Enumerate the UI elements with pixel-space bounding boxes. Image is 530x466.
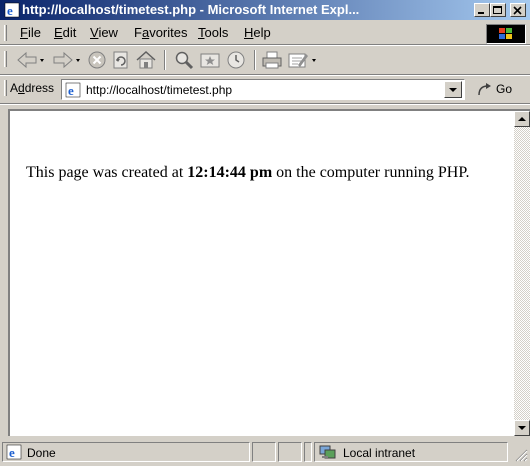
toolbar-grip[interactable] [4,51,7,67]
maximize-button[interactable] [490,3,506,17]
status-text: Done [27,446,56,460]
ie-page-icon: e [4,2,20,18]
status-panel-main: e Done [2,442,250,462]
toolbar-separator [254,50,256,70]
created-time: 12:14:44 pm [187,164,273,181]
back-icon [17,51,44,69]
history-button[interactable] [224,48,248,72]
browser-window: e http://localhost/timetest.php - Micros… [0,0,530,466]
status-panel-empty [304,442,312,462]
chevron-up-icon [518,117,526,121]
refresh-icon [113,51,128,69]
minimize-icon [478,12,484,14]
go-arrow-icon [478,83,491,96]
address-url: http://localhost/timetest.php [86,83,233,97]
menu-grip[interactable] [4,25,7,41]
address-label: Address [10,81,55,95]
local-intranet-icon [319,445,336,459]
stop-button[interactable] [86,48,108,72]
status-panel-empty [252,442,276,462]
menu-tools[interactable]: Tools [196,25,230,41]
window-title: http://localhost/timetest.php - Microsof… [22,2,360,17]
stop-icon [88,51,106,69]
close-button[interactable] [510,3,526,17]
chevron-down-icon [518,426,526,430]
favorites-icon [200,53,220,68]
address-input[interactable]: e http://localhost/timetest.php [61,79,465,100]
windows-logo-icon [499,28,512,39]
history-icon [227,51,245,69]
svg-text:e: e [7,3,13,18]
resize-grip-icon[interactable] [514,448,528,462]
address-bar: Address e http://localhost/timetest.php … [0,76,530,102]
page-text-before: This page was created at [26,164,188,181]
go-button[interactable]: Go [472,80,528,100]
minimize-button[interactable] [474,3,490,17]
status-panel-empty [278,442,302,462]
menu-favorites[interactable]: Favorites [132,25,189,41]
svg-text:e: e [68,83,74,98]
standard-toolbar [0,46,530,74]
go-label: Go [496,82,513,96]
chevron-down-icon [449,88,457,92]
vertical-scrollbar[interactable] [514,111,530,436]
zone-text: Local intranet [343,446,416,460]
page-body: This page was created at 12:14:44 pm on … [10,111,513,436]
back-button[interactable] [14,48,48,72]
edit-icon [288,53,316,68]
forward-icon [53,51,80,69]
favorites-button[interactable] [198,48,222,72]
menu-file[interactable]: File [18,25,43,41]
forward-button[interactable] [50,48,84,72]
separator [0,103,530,105]
ie-page-icon: e [6,444,22,460]
address-grip[interactable] [4,80,7,96]
maximize-icon [493,6,502,14]
ie-page-icon: e [65,82,81,98]
close-icon [513,6,522,15]
menu-view[interactable]: View [88,25,120,41]
print-button[interactable] [260,48,284,72]
scroll-up-button[interactable] [514,111,530,127]
status-bar: e Done Local intranet [0,440,530,466]
menu-help[interactable]: Help [242,25,273,41]
search-icon [175,51,194,70]
page-text-after: on the computer running PHP. [272,164,470,181]
status-panel-zone: Local intranet [314,442,508,462]
edit-button[interactable] [286,48,322,72]
refresh-button[interactable] [110,48,132,72]
search-button[interactable] [172,48,196,72]
title-bar[interactable]: e http://localhost/timetest.php - Micros… [0,0,530,20]
print-icon [262,51,282,69]
home-button[interactable] [134,48,158,72]
address-dropdown-button[interactable] [444,81,462,98]
svg-text:e: e [9,445,15,460]
home-icon [136,50,156,69]
menu-edit[interactable]: Edit [52,25,78,41]
ie-throbber-logo [486,24,526,44]
menu-bar: File Edit View Favorites Tools Help [0,22,530,44]
page-content-area[interactable]: This page was created at 12:14:44 pm on … [8,109,530,436]
toolbar-separator [164,50,166,70]
scroll-down-button[interactable] [514,420,530,436]
